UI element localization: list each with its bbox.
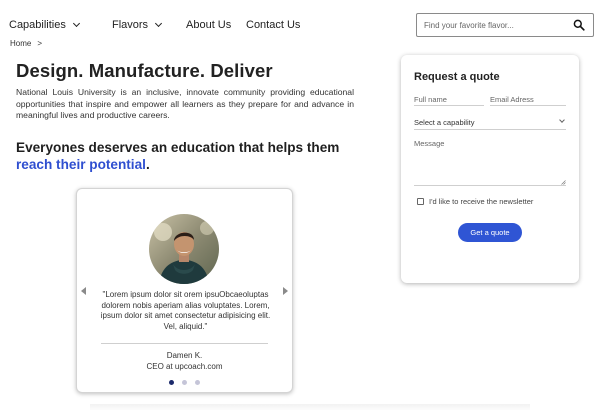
testimonial-quote: "Lorem ipsum dolor sit orem ipsuObcaeolu… — [100, 290, 271, 331]
tagline-text: Everyones deserves an education that hel… — [16, 140, 340, 155]
tagline-suffix: . — [145, 157, 150, 172]
get-quote-button[interactable]: Get a quote — [458, 223, 522, 242]
testimonial-card: "Lorem ipsum dolor sit orem ipsuObcaeolu… — [76, 188, 293, 393]
carousel-dots — [77, 380, 292, 385]
search-input[interactable] — [417, 20, 567, 30]
capability-select-value: Select a capability — [414, 118, 475, 127]
avatar-photo — [149, 214, 219, 284]
chevron-down-icon — [155, 19, 163, 28]
carousel-dot[interactable] — [182, 380, 187, 385]
newsletter-checkbox[interactable] — [417, 198, 424, 205]
divider — [101, 343, 268, 344]
page-title: Design. Manufacture. Deliver — [16, 60, 273, 81]
nav-item-contact-us[interactable]: Contact Us — [246, 19, 300, 31]
chevron-down-icon — [72, 19, 80, 28]
breadcrumb-home-link[interactable]: Home — [10, 39, 31, 48]
avatar — [149, 214, 219, 284]
testimonial-author: Damen K. CEO at upcoach.com — [77, 351, 292, 372]
chevron-down-icon — [559, 117, 565, 123]
newsletter-label: I'd like to receive the newsletter — [429, 197, 534, 206]
carousel-next-arrow-icon[interactable] — [283, 287, 288, 295]
tagline: Everyones deserves an education that hel… — [16, 139, 361, 173]
nav-item-about-us[interactable]: About Us — [186, 19, 231, 31]
section-shadow — [90, 404, 530, 410]
nav-item-flavors[interactable]: Flavors — [112, 19, 163, 31]
search-icon[interactable] — [573, 19, 585, 31]
capability-select[interactable]: Select a capability — [414, 116, 566, 130]
nav-item-label: Contact Us — [246, 19, 301, 31]
form-title: Request a quote — [414, 71, 500, 83]
author-title: CEO at upcoach.com — [146, 361, 223, 371]
nav-item-label: About Us — [186, 19, 232, 31]
nav-item-label: Flavors — [112, 19, 149, 31]
email-field[interactable] — [490, 93, 566, 106]
carousel-dot[interactable] — [195, 380, 200, 385]
request-quote-form: Request a quote Select a capability I'd … — [401, 55, 579, 283]
nav-item-capabilities[interactable]: Capabilities — [9, 19, 80, 31]
tagline-highlight: reach their potential — [16, 157, 146, 172]
full-name-field[interactable] — [414, 93, 484, 106]
carousel-prev-arrow-icon[interactable] — [81, 287, 86, 295]
carousel-dot[interactable] — [169, 380, 174, 385]
breadcrumb: Home > — [10, 39, 42, 48]
message-field[interactable] — [414, 139, 566, 186]
hero-description: National Louis University is an inclusiv… — [16, 87, 354, 120]
newsletter-option: I'd like to receive the newsletter — [417, 197, 533, 206]
top-navigation: Capabilities Flavors About Us Contact Us — [0, 0, 600, 50]
nav-item-label: Capabilities — [9, 19, 66, 31]
breadcrumb-separator: > — [37, 39, 43, 48]
search-box — [416, 13, 594, 37]
resize-handle-icon[interactable] — [561, 180, 566, 185]
author-name: Damen K. — [166, 351, 203, 360]
